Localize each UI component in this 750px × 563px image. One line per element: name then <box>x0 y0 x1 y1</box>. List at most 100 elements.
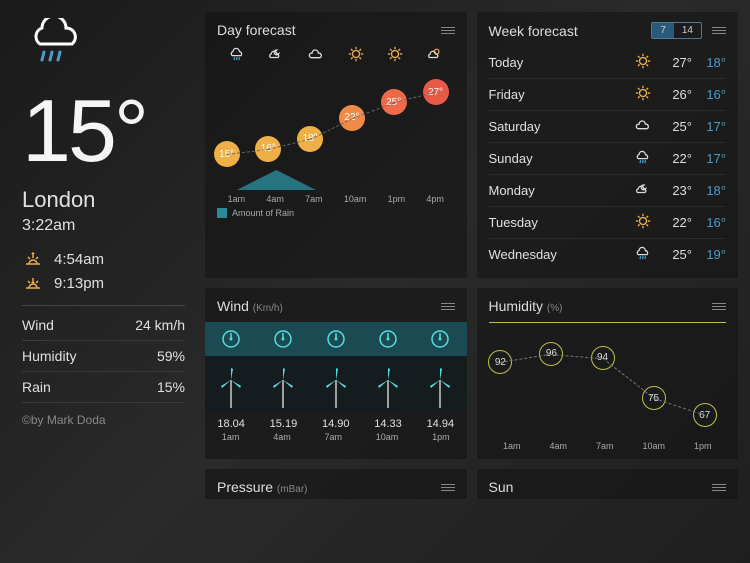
wind-value: 18.04 <box>217 418 245 430</box>
sun-card: Sun <box>477 469 739 499</box>
wind-gauge-icon <box>429 328 451 350</box>
turbine-icon <box>321 364 351 408</box>
wind-value: 14.94 <box>427 418 455 430</box>
week-day-name: Sunday <box>489 151 629 166</box>
day-hour-icon <box>387 46 403 67</box>
week-forecast-card: Week forecast 7 14 Today 27° 18° Friday … <box>477 12 739 278</box>
week-temp-hi: 22° <box>658 215 692 230</box>
week-day-icon <box>628 213 658 232</box>
week-day-name: Monday <box>489 183 629 198</box>
sunset-icon <box>22 274 44 292</box>
week-row[interactable]: Today 27° 18° <box>489 47 727 79</box>
wind-value: 14.33 <box>374 418 402 430</box>
week-day-icon <box>628 53 658 72</box>
x-axis-label: 10am <box>376 432 399 442</box>
menu-icon[interactable] <box>441 27 455 34</box>
x-axis-label: 4am <box>273 432 291 442</box>
wind-gauge-icon <box>377 328 399 350</box>
stat-humidity: Humidity 59% <box>22 341 185 372</box>
week-temp-hi: 25° <box>658 119 692 134</box>
week-day-icon <box>628 181 658 200</box>
x-axis-label: 1am <box>503 441 521 451</box>
week-row[interactable]: Wednesday 25° 19° <box>489 239 727 270</box>
wind-gauge-icon <box>325 328 347 350</box>
day-hour-icon <box>348 46 364 67</box>
week-temp-lo: 19° <box>692 247 726 262</box>
week-temp-lo: 17° <box>692 119 726 134</box>
humidity-title: Humidity (%) <box>489 298 563 314</box>
week-forecast-title: Week forecast <box>489 23 578 39</box>
menu-icon[interactable] <box>712 484 726 491</box>
x-axis-label: 1pm <box>432 432 450 442</box>
week-day-icon <box>628 85 658 104</box>
week-temp-hi: 23° <box>658 183 692 198</box>
x-axis-label: 10am <box>642 441 665 451</box>
week-temp-lo: 17° <box>692 151 726 166</box>
pressure-title: Pressure (mBar) <box>217 479 307 495</box>
week-temp-lo: 18° <box>692 55 726 70</box>
sunrise-row: 4:54am <box>22 247 185 271</box>
wind-card: Wind (Km/h) 18.04 15.19 14.90 14.33 14.94 1a… <box>205 288 467 459</box>
day-forecast-title: Day forecast <box>217 22 296 38</box>
current-time: 3:22am <box>22 217 185 235</box>
credit-text: ©by Mark Doda <box>22 413 185 427</box>
city-name: London <box>22 187 185 213</box>
stat-rain: Rain 15% <box>22 372 185 403</box>
sunrise-time: 4:54am <box>54 251 104 268</box>
week-day-name: Today <box>489 55 629 70</box>
week-day-icon <box>628 149 658 168</box>
x-axis-label: 1am <box>228 194 246 204</box>
week-row[interactable]: Saturday 25° 17° <box>489 111 727 143</box>
day-hour-icon <box>268 46 284 67</box>
sunrise-icon <box>22 250 44 268</box>
week-temp-lo: 16° <box>692 87 726 102</box>
menu-icon[interactable] <box>441 484 455 491</box>
week-day-name: Friday <box>489 87 629 102</box>
menu-icon[interactable] <box>441 303 455 310</box>
wind-value: 15.19 <box>270 418 298 430</box>
week-day-name: Saturday <box>489 119 629 134</box>
x-axis-label: 7am <box>596 441 614 451</box>
menu-icon[interactable] <box>712 303 726 310</box>
week-temp-hi: 22° <box>658 151 692 166</box>
wind-value: 14.90 <box>322 418 350 430</box>
x-axis-label: 4pm <box>426 194 444 204</box>
humidity-card: Humidity (%) 9296947567 1am4am7am10am1pm <box>477 288 739 459</box>
week-temp-lo: 16° <box>692 215 726 230</box>
rain-legend: Amount of Rain <box>217 208 455 218</box>
week-row[interactable]: Sunday 22° 17° <box>489 143 727 175</box>
x-axis-label: 4am <box>266 194 284 204</box>
sunset-row: 9:13pm <box>22 271 185 295</box>
week-range-toggle[interactable]: 7 14 <box>651 22 702 39</box>
turbine-icon <box>216 364 246 408</box>
pressure-card: Pressure (mBar) <box>205 469 467 499</box>
week-row[interactable]: Friday 26° 16° <box>489 79 727 111</box>
week-temp-hi: 25° <box>658 247 692 262</box>
week-row[interactable]: Monday 23° 18° <box>489 175 727 207</box>
day-hour-icon <box>427 46 443 67</box>
current-weather-panel: 15° London 3:22am 4:54am 9:13pm Wind 24 … <box>0 0 205 563</box>
sunset-time: 9:13pm <box>54 275 104 292</box>
turbine-icon <box>425 364 455 408</box>
week-temp-lo: 18° <box>692 183 726 198</box>
x-axis-label: 1am <box>222 432 240 442</box>
week-day-icon <box>628 245 658 264</box>
day-hour-icon <box>229 46 245 67</box>
turbine-icon <box>268 364 298 408</box>
week-row[interactable]: Tuesday 22° 16° <box>489 207 727 239</box>
week-day-icon <box>628 117 658 136</box>
wind-gauge-icon <box>272 328 294 350</box>
current-weather-icon <box>22 18 185 79</box>
wind-title: Wind (Km/h) <box>217 298 283 314</box>
week-day-name: Tuesday <box>489 215 629 230</box>
x-axis-label: 7am <box>324 432 342 442</box>
menu-icon[interactable] <box>712 27 726 34</box>
current-temperature: 15° <box>22 87 185 175</box>
day-hour-icon <box>308 46 324 67</box>
day-forecast-card: Day forecast 15°16°18°22°25°27° 1am4am7a… <box>205 12 467 278</box>
week-day-name: Wednesday <box>489 247 629 262</box>
x-axis-label: 1pm <box>388 194 406 204</box>
week-temp-hi: 26° <box>658 87 692 102</box>
sun-title: Sun <box>489 479 514 495</box>
day-forecast-chart: 15°16°18°22°25°27° 1am4am7am10am1pm4pm A… <box>217 46 455 211</box>
